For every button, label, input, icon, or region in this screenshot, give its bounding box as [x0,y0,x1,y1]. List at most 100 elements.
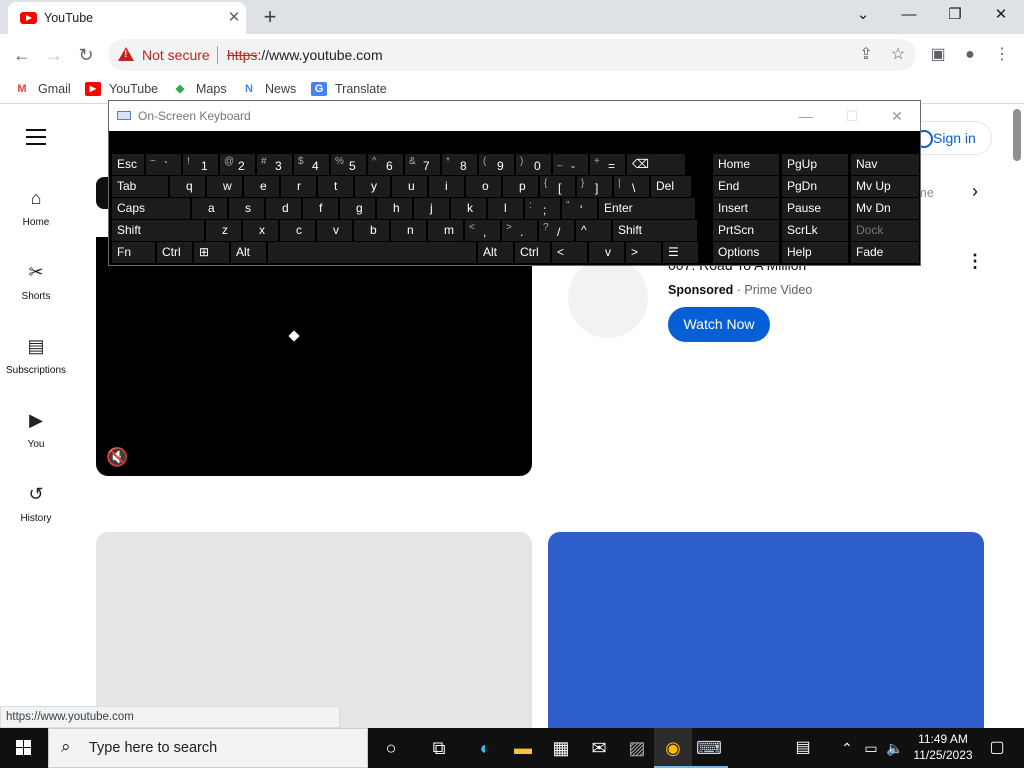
osk-key-options[interactable]: Options [713,242,779,263]
osk-key-x9776[interactable]: ☰ [663,242,698,263]
osk-key-y[interactable]: y [355,176,390,197]
osk-key-caps[interactable]: Caps [112,198,190,219]
osk-key-u[interactable]: u [392,176,427,197]
osk-key-i[interactable]: i [429,176,464,197]
file-explorer-icon[interactable]: ▬ [504,728,542,768]
osk-minimize-button[interactable]: — [795,105,817,127]
osk-key-esc[interactable]: Esc [112,154,144,175]
osk-key-j[interactable]: j [414,198,449,219]
tab-search-chevron-icon[interactable]: ⌄ [840,0,886,32]
notifications-icon[interactable]: ▢ [978,728,1016,768]
osk-key-k[interactable]: k [451,198,486,219]
osk-key-space[interactable] [268,242,476,263]
osk-key-pgdn[interactable]: PgDn [782,176,848,197]
clock[interactable]: 11:49 AM 11/25/2023 [912,731,974,763]
bookmark-youtube[interactable]: ▶ YouTube [85,82,158,96]
osk-taskbar-icon[interactable]: ⌨ [690,728,728,768]
osk-key-x94[interactable]: ^ [576,220,611,241]
osk-key-end[interactable]: End [713,176,779,197]
osk-key-x60[interactable]: < [552,242,587,263]
video-thumbnail[interactable] [548,532,984,728]
osk-key-x96[interactable]: ~ ` [146,154,181,175]
osk-key-fade[interactable]: Fade [851,242,919,263]
osk-key-mv-dn[interactable]: Mv Dn [851,198,919,219]
share-icon[interactable]: ⇪ [852,41,880,69]
osk-key-x59[interactable]: :; [525,198,560,219]
osk-key-6[interactable]: ^ 6 [368,154,403,175]
osk-key-s[interactable]: s [229,198,264,219]
address-bar[interactable]: Not secure https://www.youtube.com ⇪ ☆ [108,39,916,71]
osk-key-x61[interactable]: + = [590,154,625,175]
osk-key-v[interactable]: v [317,220,352,241]
osk-key-r[interactable]: r [281,176,316,197]
cortana-icon[interactable]: ○ [372,728,410,768]
menu-kebab-icon[interactable]: ⋮ [988,41,1016,69]
osk-key-l[interactable]: l [488,198,523,219]
osk-key-n[interactable]: n [391,220,426,241]
osk-key-x44[interactable]: <, [465,220,500,241]
bookmark-translate[interactable]: G Translate [311,82,387,96]
task-view-icon[interactable]: ⧉ [420,728,458,768]
osk-key-w[interactable]: w [207,176,242,197]
osk-key-enter[interactable]: Enter [599,198,695,219]
sidebar-item-subscriptions[interactable]: ▤ Subscriptions [0,335,72,376]
osk-key-home[interactable]: Home [713,154,779,175]
osk-key-help[interactable]: Help [782,242,848,263]
page-scrollbar[interactable] [1010,105,1024,728]
osk-key-x45[interactable]: _ - [553,154,588,175]
hamburger-menu-icon[interactable] [26,129,46,145]
osk-key-ctrl[interactable]: Ctrl [157,242,192,263]
scrollbar-thumb[interactable] [1013,109,1021,161]
bookmark-news[interactable]: N News [241,82,296,96]
osk-key-q[interactable]: q [170,176,205,197]
news-widget-icon[interactable]: ▤ [784,728,822,768]
tab-youtube[interactable]: YouTube ✕ [8,2,246,34]
ad-video-player[interactable]: 🔇 [96,237,532,476]
forward-icon[interactable]: → [40,41,68,69]
osk-key-9[interactable]: (9 [479,154,514,175]
osk-key-x62[interactable]: > [626,242,661,263]
osk-key-d[interactable]: d [266,198,301,219]
osk-key-3[interactable]: #3 [257,154,292,175]
sidebar-item-you[interactable]: ▶ You [0,409,72,450]
osk-key-z[interactable]: z [206,220,241,241]
osk-key-h[interactable]: h [377,198,412,219]
back-icon[interactable]: ← [8,41,36,69]
osk-key-f[interactable]: f [303,198,338,219]
taskbar-search-box[interactable]: ⌕ Type here to search [48,728,368,768]
osk-key-x91[interactable]: {[ [540,176,575,197]
osk-key-ctrl[interactable]: Ctrl [515,242,550,263]
osk-key-prtscn[interactable]: PrtScn [713,220,779,241]
osk-key-x46[interactable]: >. [502,220,537,241]
video-thumbnail[interactable] [96,532,532,728]
osk-key-alt[interactable]: Alt [231,242,266,263]
osk-key-alt[interactable]: Alt [478,242,513,263]
osk-key-pause[interactable]: Pause [782,198,848,219]
osk-key-del[interactable]: Del [651,176,691,197]
osk-key-x[interactable]: x [243,220,278,241]
more-options-icon[interactable]: ⋮ [966,251,984,272]
osk-key-x8862[interactable]: ⊞ [194,242,229,263]
osk-key-shift[interactable]: Shift [112,220,204,241]
new-tab-button[interactable]: + [258,4,282,30]
osk-key-x93[interactable]: }] [577,176,612,197]
side-panel-icon[interactable]: ▣ [924,41,952,69]
osk-key-b[interactable]: b [354,220,389,241]
osk-key-5[interactable]: % 5 [331,154,366,175]
osk-key-shift[interactable]: Shift [613,220,697,241]
osk-key-nav[interactable]: Nav [851,154,919,175]
osk-titlebar[interactable]: On-Screen Keyboard — ☐ ✕ [109,101,920,131]
mail-icon[interactable]: ✉ [580,728,618,768]
osk-key-pgup[interactable]: PgUp [782,154,848,175]
osk-key-m[interactable]: m [428,220,463,241]
osk-key-8[interactable]: * 8 [442,154,477,175]
sidebar-item-history[interactable]: ↺ History [0,483,72,524]
osk-key-x9003[interactable]: ⌫ [627,154,685,175]
osk-key-2[interactable]: @2 [220,154,255,175]
volume-muted-icon[interactable]: 🔈 [876,728,914,768]
osk-key-t[interactable]: t [318,176,353,197]
osk-key-7[interactable]: & 7 [405,154,440,175]
bookmark-gmail[interactable]: M Gmail [14,82,70,96]
restore-button[interactable]: ❐ [932,0,978,32]
osk-key-g[interactable]: g [340,198,375,219]
